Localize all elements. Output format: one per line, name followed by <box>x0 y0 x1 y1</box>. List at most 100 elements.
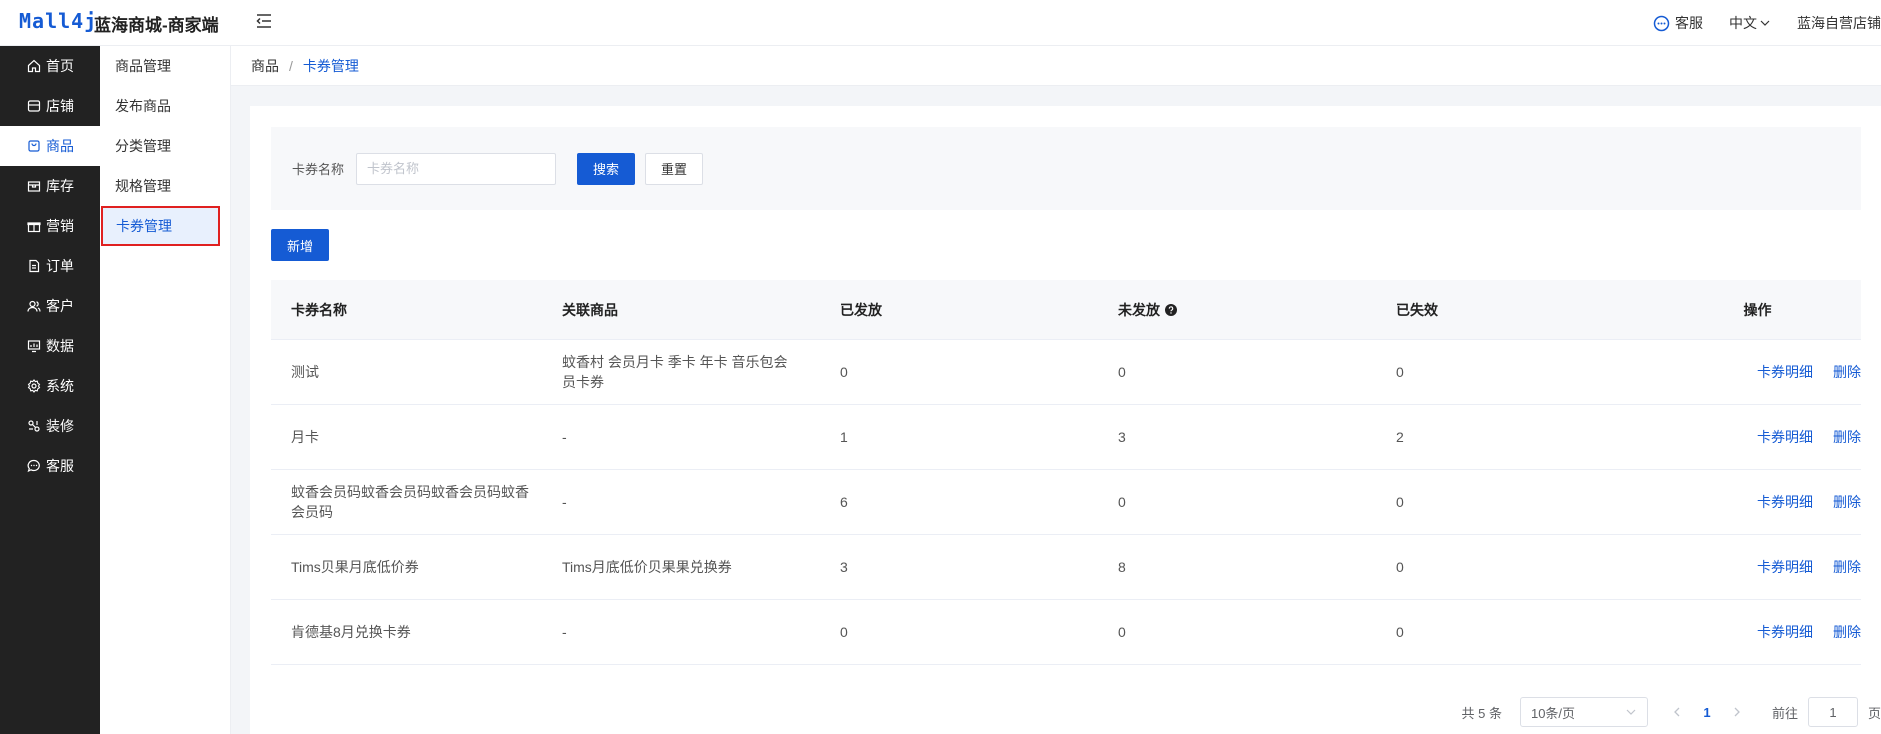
cell-name-text: 月卡 <box>291 429 319 445</box>
coupon-detail-link[interactable]: 卡券明细 <box>1757 624 1813 640</box>
nav-item-home[interactable]: 首页 <box>0 46 100 86</box>
column-header-product: 关联商品 <box>562 301 618 318</box>
cell-product-text: - <box>562 494 567 510</box>
delete-link[interactable]: 删除 <box>1833 364 1861 380</box>
chevron-down-icon <box>1760 20 1770 26</box>
add-button[interactable]: 新增 <box>271 229 330 261</box>
logo[interactable]: Mall4j <box>19 9 97 33</box>
settings-icon <box>27 379 41 393</box>
subnav-item-card-coupon-management[interactable]: 卡券管理 <box>101 206 220 246</box>
breadcrumb-parent[interactable]: 商品 <box>251 56 279 76</box>
cell-product: - <box>542 622 820 642</box>
subnav-item-product-management[interactable]: 商品管理 <box>100 46 230 86</box>
nav-item-data[interactable]: 数据 <box>0 326 100 366</box>
coupon-detail-link[interactable]: 卡券明细 <box>1757 364 1813 380</box>
cell-actions: 卡券明细 删除 <box>1654 492 1861 512</box>
delete-link[interactable]: 删除 <box>1833 494 1861 510</box>
page-size-select[interactable]: 10条/页 <box>1519 697 1648 727</box>
pagination: 共 5 条 10条/页 1 前往 页 <box>1462 696 1881 728</box>
subnav-item-publish-product[interactable]: 发布商品 <box>100 86 230 126</box>
cell-product: Tims月底低价贝果果兑换券 <box>542 557 820 577</box>
subnav-item-category-management[interactable]: 分类管理 <box>100 126 230 166</box>
cell-actions: 卡券明细 删除 <box>1654 427 1861 447</box>
customer-service-label: 客服 <box>1675 15 1703 31</box>
nav-item-label: 装修 <box>46 418 74 434</box>
cell-issued: 0 <box>840 364 848 380</box>
search-button[interactable]: 搜索 <box>577 152 636 185</box>
content-card: 卡券名称 搜索 重置 新增 卡券名称 关联商品 已发放 未发放 已失效 操作 测… <box>250 106 1881 734</box>
cell-name-text: Tims贝果月底低价券 <box>291 559 419 575</box>
nav-item-order[interactable]: 订单 <box>0 246 100 286</box>
table-row: 蚊香会员码蚊香会员码蚊香会员码蚊香会员码 - 6 0 0 卡券明细 删除 <box>271 470 1861 535</box>
shop-name[interactable]: 蓝海自营店铺 <box>1797 13 1881 33</box>
nav-item-label: 客户 <box>46 298 74 314</box>
table-row: Tims贝果月底低价券 Tims月底低价贝果果兑换券 3 8 0 卡券明细 删除 <box>271 535 1861 600</box>
delete-link[interactable]: 删除 <box>1833 559 1861 575</box>
nav-item-label: 系统 <box>46 378 74 394</box>
cell-unissued: 8 <box>1118 559 1126 575</box>
cell-expired: 0 <box>1396 494 1404 510</box>
nav-item-service[interactable]: 客服 <box>0 446 100 486</box>
nav-item-label: 客服 <box>46 458 74 474</box>
delete-link[interactable]: 删除 <box>1833 429 1861 445</box>
column-header-expired: 已失效 <box>1396 301 1438 318</box>
nav-item-shop[interactable]: 店铺 <box>0 86 100 126</box>
nav-item-label: 店铺 <box>46 98 74 114</box>
cell-expired: 0 <box>1396 624 1404 640</box>
coupon-name-input[interactable] <box>356 152 557 185</box>
cell-product-text: Tims月底低价贝果果兑换券 <box>562 559 732 575</box>
table-header: 卡券名称 关联商品 已发放 未发放 已失效 操作 <box>271 280 1861 340</box>
chevron-right-icon <box>1734 707 1740 716</box>
column-header-issued: 已发放 <box>840 301 882 318</box>
cell-product-text: 蚊香村 会员月卡 季卡 年卡 音乐包会员卡券 <box>562 354 788 390</box>
next-page-button[interactable] <box>1722 705 1752 720</box>
nav-item-decoration[interactable]: 装修 <box>0 406 100 446</box>
page-number[interactable]: 1 <box>1692 705 1722 720</box>
coupon-detail-link[interactable]: 卡券明细 <box>1757 429 1813 445</box>
table-row: 测试 蚊香村 会员月卡 季卡 年卡 音乐包会员卡券 0 0 0 卡券明细 删除 <box>271 340 1861 405</box>
column-header-name: 卡券名称 <box>291 301 347 318</box>
cell-unissued: 0 <box>1118 494 1126 510</box>
table-row: 肯德基8月兑换卡券 - 0 0 0 卡券明细 删除 <box>271 600 1861 665</box>
nav-item-inventory[interactable]: 库存 <box>0 166 100 206</box>
cell-issued: 3 <box>840 559 848 575</box>
nav-item-system[interactable]: 系统 <box>0 366 100 406</box>
nav-item-customer[interactable]: 客户 <box>0 286 100 326</box>
nav-item-marketing[interactable]: 营销 <box>0 206 100 246</box>
cell-expired: 0 <box>1396 364 1404 380</box>
nav-item-label: 商品 <box>46 138 74 154</box>
pagination-total: 共 5 条 <box>1461 705 1502 721</box>
page-suffix: 页 <box>1867 705 1881 721</box>
prev-page-button[interactable] <box>1662 705 1692 720</box>
delete-link[interactable]: 删除 <box>1833 624 1861 640</box>
chat-bubble-icon <box>1653 15 1670 31</box>
table-row: 月卡 - 1 3 2 卡券明细 删除 <box>271 405 1861 470</box>
cell-actions: 卡券明细 删除 <box>1654 622 1861 642</box>
nav-item-label: 订单 <box>46 258 74 274</box>
decoration-icon <box>28 420 40 432</box>
coupon-detail-link[interactable]: 卡券明细 <box>1757 494 1813 510</box>
nav-item-label: 首页 <box>46 58 74 74</box>
subnav-item-spec-management[interactable]: 规格管理 <box>100 166 230 206</box>
top-header: Mall4j 蓝海商城-商家端 客服 中文 蓝海自营店铺 <box>0 0 1881 46</box>
nav-item-product[interactable]: 商品 <box>0 126 100 166</box>
secondary-nav: 商品管理 发布商品 分类管理 规格管理 卡券管理 <box>100 46 231 734</box>
coupon-detail-link[interactable]: 卡券明细 <box>1757 559 1813 575</box>
reset-button[interactable]: 重置 <box>645 152 704 185</box>
breadcrumb-separator: / <box>289 57 293 74</box>
goto-page-input[interactable] <box>1807 697 1858 727</box>
chat-icon <box>27 459 40 473</box>
cell-actions: 卡券明细 删除 <box>1654 362 1861 382</box>
cell-issued: 0 <box>840 624 848 640</box>
brand-name: 蓝海商城-商家端 <box>94 16 219 35</box>
customer-service-link[interactable]: 客服 <box>1653 13 1703 33</box>
help-icon[interactable] <box>1165 303 1177 316</box>
cell-name: Tims贝果月底低价券 <box>271 557 542 577</box>
column-header-unissued: 未发放 <box>1098 300 1376 320</box>
cell-expired: 2 <box>1396 429 1404 445</box>
language-switch[interactable]: 中文 <box>1729 13 1771 33</box>
cell-name: 月卡 <box>271 427 542 447</box>
product-icon <box>28 140 40 152</box>
cell-product: - <box>542 492 820 512</box>
menu-collapse-icon[interactable] <box>255 12 273 30</box>
